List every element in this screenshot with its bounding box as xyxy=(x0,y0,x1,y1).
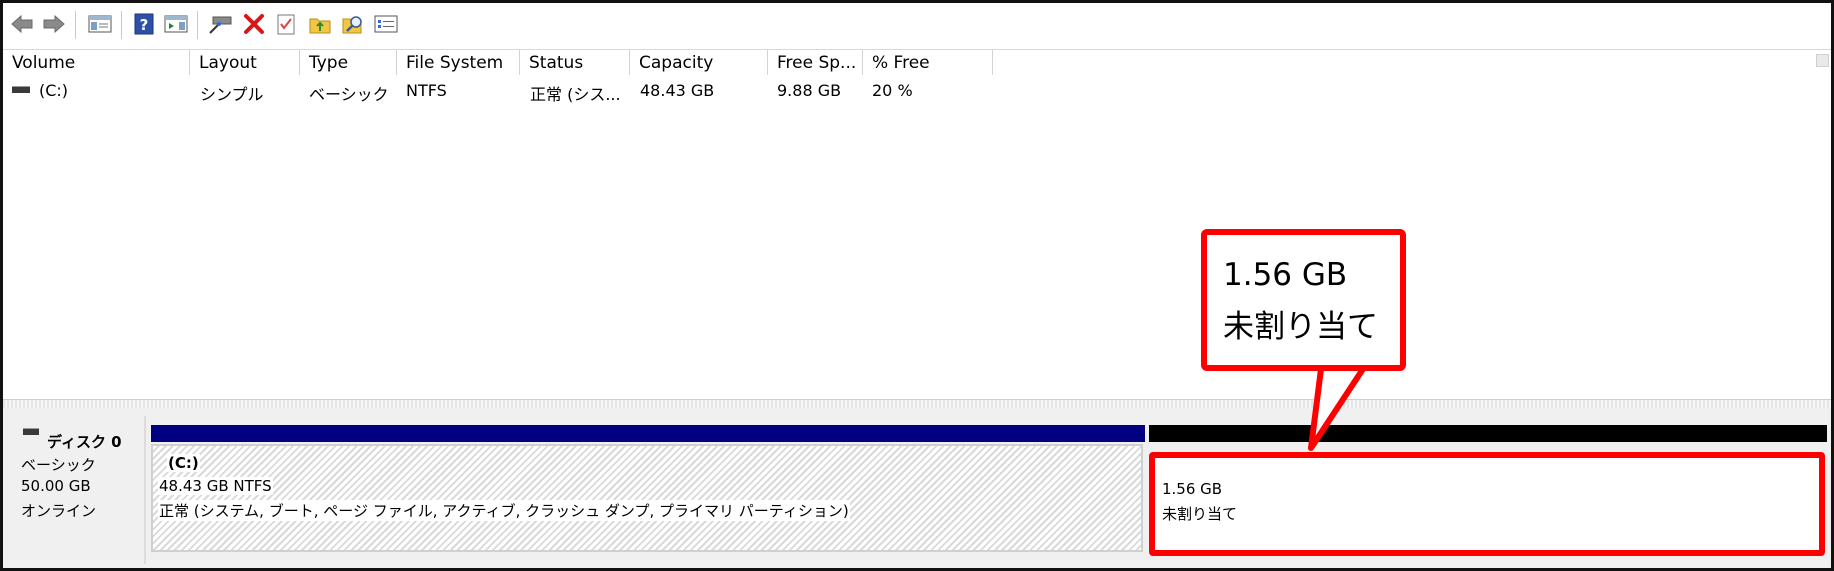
help-icon[interactable]: ? xyxy=(131,11,157,37)
disk-drive-icon xyxy=(23,428,39,435)
back-arrow-icon[interactable] xyxy=(9,11,35,37)
disk-management-window: ? Volume Layout Type File System Status xyxy=(0,0,1834,571)
unallocated-status: 未割り当て xyxy=(1161,503,1239,524)
scroll-up-icon[interactable] xyxy=(1816,54,1829,67)
partition-c-size-fs: 48.43 GB NTFS xyxy=(158,477,273,495)
cell-status: 正常 (シス... xyxy=(530,85,621,104)
column-header-percent-free[interactable]: % Free xyxy=(863,50,993,75)
volume-list: (C:) シンプル ベーシック NTFS 正常 (シス... 48.43 GB … xyxy=(3,75,1831,397)
partition-c[interactable]: (C:) 48.43 GB NTFS 正常 (システム, ブート, ページ ファ… xyxy=(151,444,1143,552)
callout-box: 1.56 GB 未割り当て xyxy=(1201,229,1406,371)
console-tree-icon[interactable] xyxy=(87,11,113,37)
disk-label-panel[interactable]: ディスク 0 ベーシック 50.00 GB オンライン xyxy=(7,416,146,564)
disk-type: ベーシック xyxy=(21,456,96,474)
toolbar-separator xyxy=(75,11,76,39)
delete-icon[interactable] xyxy=(241,11,267,37)
folder-up-icon[interactable] xyxy=(307,11,333,37)
unallocated-header-bar xyxy=(1149,425,1827,442)
callout-size: 1.56 GB xyxy=(1223,257,1348,293)
cell-free-space: 9.88 GB xyxy=(777,81,842,100)
column-header-type[interactable]: Type xyxy=(300,50,397,75)
disk-state: オンライン xyxy=(21,502,97,520)
partition-c-status: 正常 (システム, ブート, ページ ファイル, アクティブ, クラッシュ ダン… xyxy=(158,500,850,521)
column-header-free-space[interactable]: Free Sp... xyxy=(768,50,863,75)
volume-list-header: Volume Layout Type File System Status Ca… xyxy=(3,49,1831,76)
cell-file-system: NTFS xyxy=(406,81,447,100)
partition-c-label: (C:) xyxy=(167,454,200,472)
disk-size: 50.00 GB xyxy=(21,477,91,495)
callout-status: 未割り当て xyxy=(1223,309,1378,345)
unallocated-partition[interactable]: 1.56 GB 未割り当て xyxy=(1149,452,1825,556)
cell-volume: (C:) xyxy=(39,81,69,100)
connect-disk-icon[interactable] xyxy=(207,11,233,37)
unallocated-size: 1.56 GB xyxy=(1161,480,1224,498)
toolbar-separator xyxy=(197,11,198,39)
toolbar-separator xyxy=(121,11,122,39)
cell-type: ベーシック xyxy=(309,85,389,104)
disk-name: ディスク 0 xyxy=(47,433,122,451)
action-pane-icon[interactable] xyxy=(163,11,189,37)
column-header-volume[interactable]: Volume xyxy=(3,50,190,75)
toolbar: ? xyxy=(3,3,1831,47)
checklist-icon[interactable] xyxy=(273,11,299,37)
column-header-file-system[interactable]: File System xyxy=(397,50,520,75)
cell-percent-free: 20 % xyxy=(872,81,913,100)
svg-text:?: ? xyxy=(140,16,149,34)
column-header-layout[interactable]: Layout xyxy=(190,50,300,75)
volume-drive-icon xyxy=(12,86,30,93)
cell-layout: シンプル xyxy=(200,85,264,104)
column-header-capacity[interactable]: Capacity xyxy=(630,50,768,75)
partition-c-header-bar xyxy=(151,425,1145,442)
properties-icon[interactable] xyxy=(373,11,399,37)
cell-capacity: 48.43 GB xyxy=(640,81,715,100)
forward-arrow-icon[interactable] xyxy=(41,11,67,37)
folder-search-icon[interactable] xyxy=(340,11,366,37)
column-header-status[interactable]: Status xyxy=(520,50,630,75)
table-row[interactable]: (C:) シンプル ベーシック NTFS 正常 (シス... 48.43 GB … xyxy=(3,75,1003,104)
